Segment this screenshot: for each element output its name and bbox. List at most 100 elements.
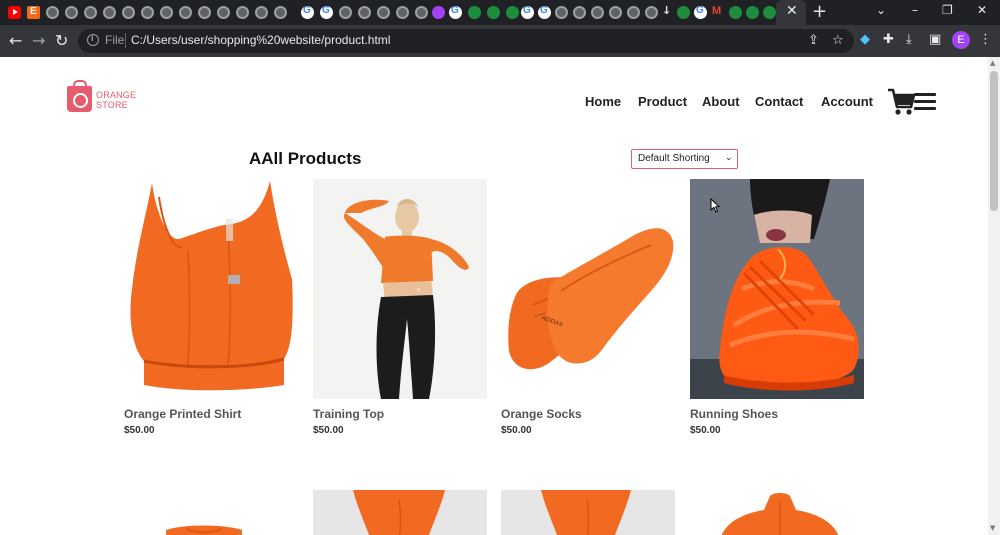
window-close-button[interactable]: ✕ xyxy=(977,3,987,17)
tab-strip: ✕ + ⌄ – ❐ ✕ xyxy=(0,0,1000,25)
product-image-row2-3[interactable] xyxy=(501,490,675,535)
globe-tab-icon[interactable] xyxy=(236,6,249,19)
google-tab-icon[interactable] xyxy=(694,5,707,19)
product-image-row2-1[interactable] xyxy=(124,490,298,535)
globe-tab-icon[interactable] xyxy=(255,6,268,19)
product-name[interactable]: Orange Socks xyxy=(501,407,582,421)
reload-icon[interactable]: ↻ xyxy=(55,31,68,50)
product-price: $50.00 xyxy=(313,425,344,436)
product-image-row2-2[interactable] xyxy=(313,490,487,535)
globe-tab-icon[interactable] xyxy=(396,6,409,19)
green-tab-icon[interactable] xyxy=(677,6,690,19)
bookmark-star-icon[interactable]: ☆ xyxy=(832,33,844,48)
new-tab-button[interactable]: + xyxy=(812,1,827,22)
address-url[interactable]: C:/Users/user/shopping%20website/product… xyxy=(131,33,390,47)
globe-tab-icon[interactable] xyxy=(415,6,428,19)
product-price: $50.00 xyxy=(124,425,155,436)
site-info-icon[interactable] xyxy=(87,33,99,46)
restore-button[interactable]: ❐ xyxy=(942,3,953,17)
product-name[interactable]: Training Top xyxy=(313,407,384,421)
globe-tab-icon[interactable] xyxy=(555,6,568,19)
nav-about[interactable]: About xyxy=(702,94,740,109)
scroll-thumb[interactable] xyxy=(990,71,998,211)
google-tab-icon[interactable] xyxy=(301,5,314,19)
green-tab-icon[interactable] xyxy=(763,6,776,19)
globe-tab-icon[interactable] xyxy=(46,6,59,19)
e-tab-icon[interactable] xyxy=(27,6,40,19)
globe-tab-icon[interactable] xyxy=(645,6,658,19)
sort-select[interactable]: Default Shorting ⌄ xyxy=(631,149,738,169)
google-tab-icon[interactable] xyxy=(521,5,534,19)
green-tab-icon[interactable] xyxy=(468,6,481,19)
logo-text: ORANGE STORE xyxy=(96,90,156,110)
product-price: $50.00 xyxy=(690,425,721,436)
green-tab-icon[interactable] xyxy=(506,6,519,19)
scroll-down-icon[interactable]: ▼ xyxy=(990,524,995,532)
address-scheme: File xyxy=(105,33,125,47)
green-tab-icon[interactable] xyxy=(729,6,742,19)
green-tab-icon[interactable] xyxy=(487,6,500,19)
gmail-tab-icon[interactable] xyxy=(711,5,724,19)
globe-tab-icon[interactable] xyxy=(179,6,192,19)
product-name[interactable]: Running Shoes xyxy=(690,407,778,421)
globe-tab-icon[interactable] xyxy=(217,6,230,19)
nav-account[interactable]: Account xyxy=(821,94,873,109)
profile-avatar[interactable]: E xyxy=(952,31,970,49)
tab-search-icon[interactable]: ⌄ xyxy=(876,3,886,17)
shopping-bag-icon xyxy=(67,80,92,112)
product-image-training-top[interactable]: G xyxy=(313,179,487,399)
globe-tab-icon[interactable] xyxy=(358,6,371,19)
globe-tab-icon[interactable] xyxy=(573,6,586,19)
nav-contact[interactable]: Contact xyxy=(755,94,803,109)
chevron-down-icon: ⌄ xyxy=(725,153,733,163)
globe-tab-icon[interactable] xyxy=(103,6,116,19)
kebab-menu-icon[interactable]: ⋮ xyxy=(979,32,992,47)
cart-icon[interactable] xyxy=(887,87,915,117)
scroll-up-icon[interactable]: ▲ xyxy=(990,59,995,67)
download-icon[interactable]: ⤓ xyxy=(906,32,912,47)
globe-tab-icon[interactable] xyxy=(198,6,211,19)
globe-tab-icon[interactable] xyxy=(141,6,154,19)
page-scrollbar[interactable]: ▲ ▼ xyxy=(988,57,1000,535)
youtube-tab-icon[interactable] xyxy=(8,6,21,19)
product-image-sports-bra[interactable] xyxy=(124,179,298,399)
purple-tab-icon[interactable] xyxy=(432,6,445,19)
green-tab-icon[interactable] xyxy=(746,6,759,19)
product-price: $50.00 xyxy=(501,425,532,436)
nav-product[interactable]: Product xyxy=(638,94,687,109)
globe-tab-icon[interactable] xyxy=(377,6,390,19)
address-divider xyxy=(125,33,126,48)
google-tab-icon[interactable] xyxy=(449,5,462,19)
page-viewport: ORANGE STORE Home Product About Contact … xyxy=(0,57,988,535)
sort-selected-label: Default Shorting xyxy=(638,153,710,164)
share-icon[interactable]: ⇪ xyxy=(808,33,819,48)
tab-close-icon[interactable]: ✕ xyxy=(786,3,798,19)
globe-tab-icon[interactable] xyxy=(65,6,78,19)
globe-tab-icon[interactable] xyxy=(609,6,622,19)
extension-icon[interactable]: ◆ xyxy=(860,32,870,47)
globe-tab-icon[interactable] xyxy=(122,6,135,19)
globe-tab-icon[interactable] xyxy=(274,6,287,19)
logo-line-2: STORE xyxy=(96,100,128,110)
download-tab-icon[interactable] xyxy=(660,4,673,19)
puzzle-icon[interactable]: ✚ xyxy=(883,32,894,47)
address-bar[interactable]: File C:/Users/user/shopping%20website/pr… xyxy=(78,29,854,53)
globe-tab-icon[interactable] xyxy=(339,6,352,19)
globe-tab-icon[interactable] xyxy=(591,6,604,19)
side-panel-icon[interactable]: ▣ xyxy=(929,32,941,47)
globe-tab-icon[interactable] xyxy=(627,6,640,19)
globe-tab-icon[interactable] xyxy=(160,6,173,19)
globe-tab-icon[interactable] xyxy=(84,6,97,19)
page-title: AAll Products xyxy=(249,149,362,168)
minimize-button[interactable]: – xyxy=(912,3,918,17)
product-image-orange-socks[interactable]: ~~~ ADIDAS xyxy=(501,179,675,399)
nav-home[interactable]: Home xyxy=(585,94,621,109)
browser-toolbar: ← → ↻ File C:/Users/user/shopping%20webs… xyxy=(0,25,1000,57)
google-tab-icon[interactable] xyxy=(538,5,551,19)
product-name[interactable]: Orange Printed Shirt xyxy=(124,407,241,421)
back-arrow-icon[interactable]: ← xyxy=(9,31,22,50)
svg-text:G: G xyxy=(417,287,420,292)
forward-arrow-icon[interactable]: → xyxy=(32,31,45,50)
product-image-row2-4[interactable] xyxy=(690,490,864,535)
google-tab-icon[interactable] xyxy=(320,5,333,19)
